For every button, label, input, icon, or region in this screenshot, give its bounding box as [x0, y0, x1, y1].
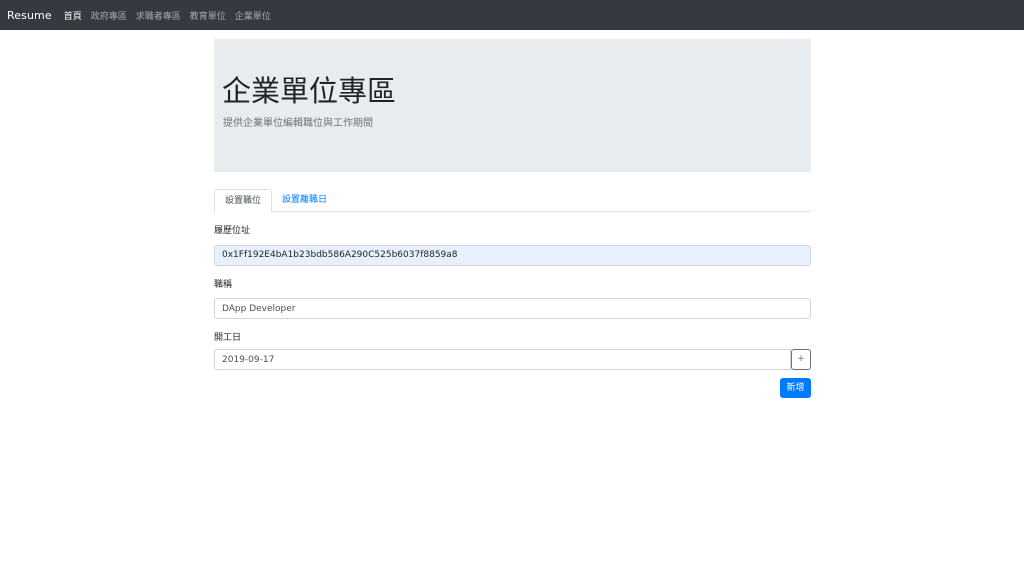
tab-set-leave-date[interactable]: 設置離職日 [272, 189, 337, 212]
position-form: 履歷位址 職稱 開工日 + 新增 [214, 223, 811, 398]
nav-link-job-seeker[interactable]: 求職者專區 [136, 9, 181, 22]
job-title-label: 職稱 [214, 279, 233, 290]
address-group: 履歷位址 [214, 223, 811, 266]
nav-link-government[interactable]: 政府專區 [91, 9, 127, 22]
job-title-input[interactable] [214, 298, 811, 319]
nav-link-education[interactable]: 教育單位 [190, 9, 226, 22]
date-picker-button[interactable]: + [791, 349, 811, 370]
nav-link-enterprise[interactable]: 企業單位 [235, 9, 271, 22]
form-actions: 新增 [214, 378, 811, 398]
start-date-group: 開工日 + [214, 330, 811, 370]
address-label: 履歷位址 [214, 226, 251, 236]
start-date-label: 開工日 [214, 333, 242, 343]
address-input[interactable] [214, 244, 811, 266]
page-subtitle: 提供企業單位編輯職位與工作期間 [223, 117, 373, 129]
add-button[interactable]: 新增 [780, 378, 811, 398]
top-navbar: Resume 首頁 政府專區 求職者專區 教育單位 企業單位 [0, 0, 1024, 30]
start-date-row: + [214, 349, 811, 370]
page-title: 企業單位專區 [222, 74, 397, 108]
start-date-input[interactable] [214, 349, 791, 370]
nav-link-home[interactable]: 首頁 [64, 9, 82, 22]
tab-bar: 設置職位 設置離職日 [214, 189, 811, 213]
main-container: 企業單位專區 提供企業單位編輯職位與工作期間 設置職位 設置離職日 履歷位址 職… [214, 39, 811, 398]
tab-set-position[interactable]: 設置職位 [214, 189, 273, 213]
brand-logo[interactable]: Resume [7, 9, 52, 22]
jumbotron: 企業單位專區 提供企業單位編輯職位與工作期間 [214, 39, 811, 172]
job-title-group: 職稱 [214, 277, 811, 319]
